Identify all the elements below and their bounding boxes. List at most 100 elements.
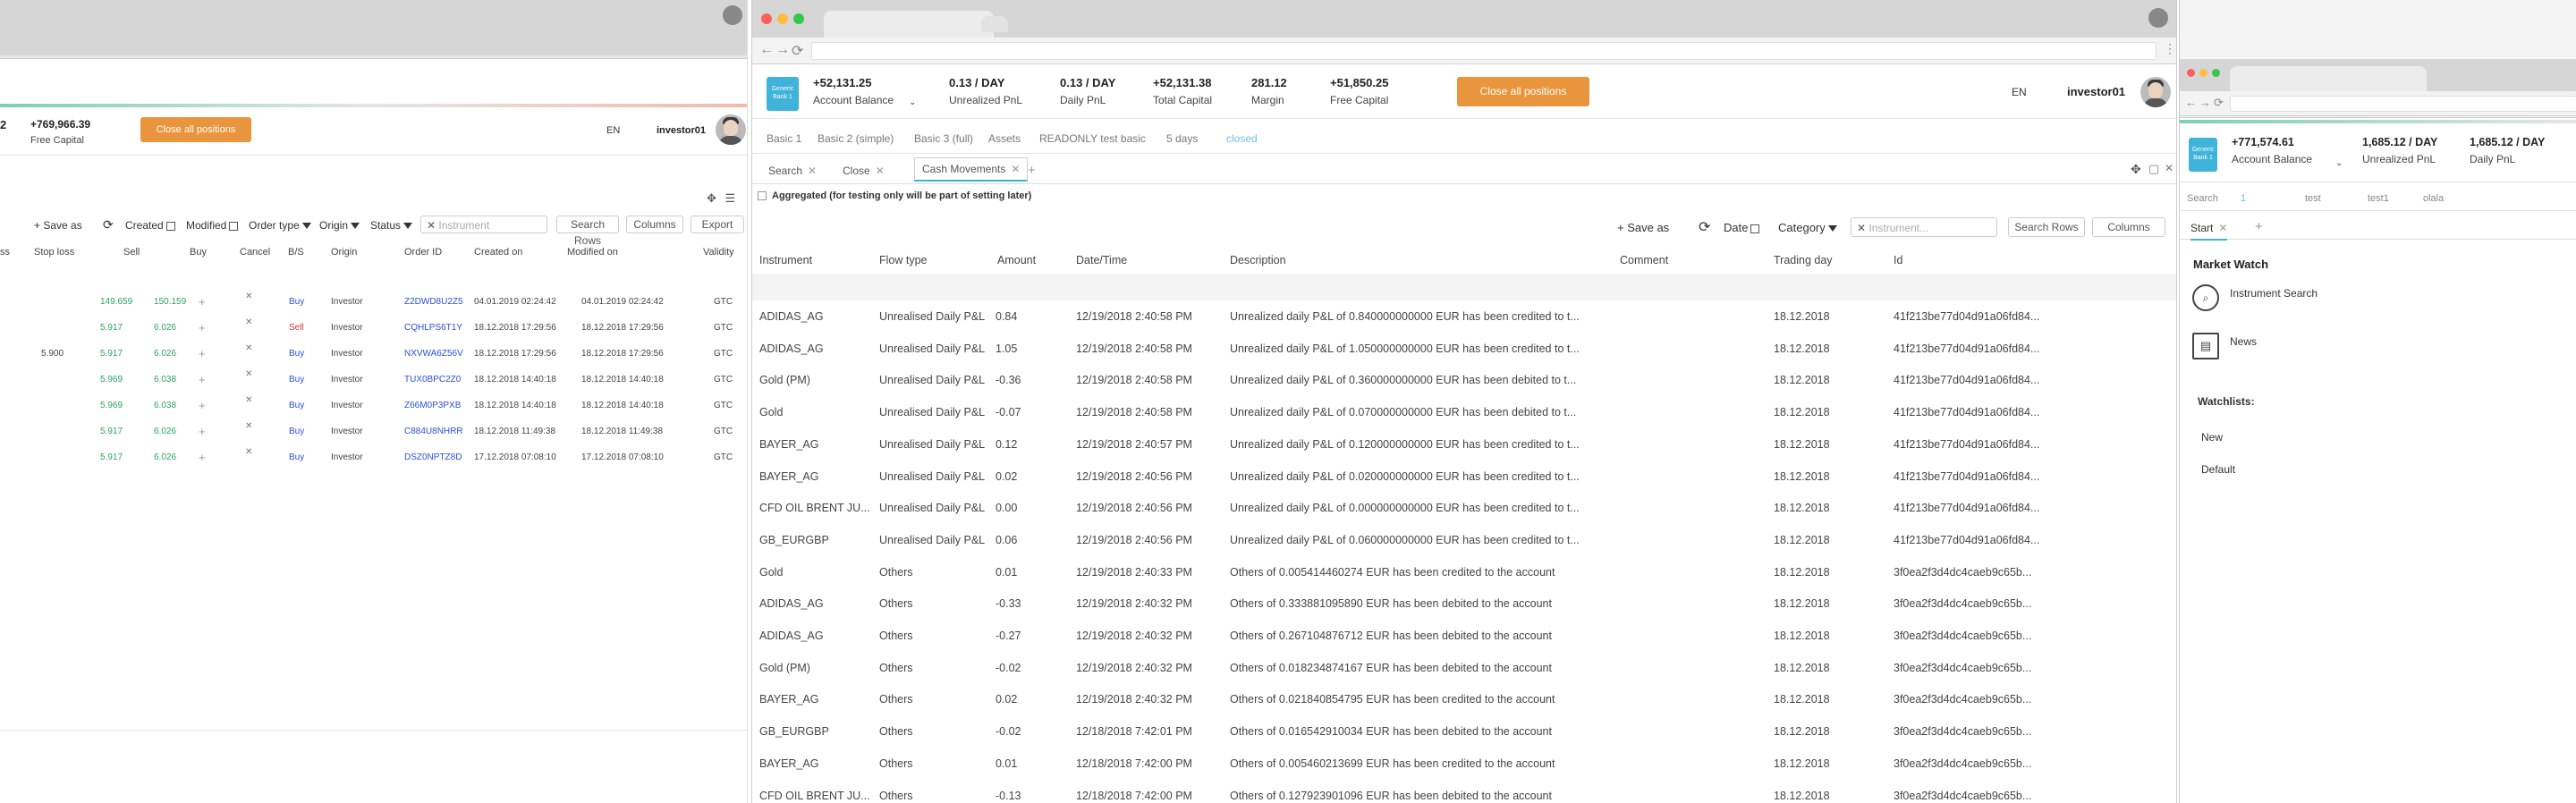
sell-price[interactable]: 5.969 [100, 401, 123, 410]
maximize-panel-icon[interactable]: ▢ [2148, 162, 2159, 176]
workspace-tab[interactable]: olala [2423, 193, 2444, 204]
table-row[interactable]: 5.969 6.038 + ✕ Buy Investor TUX0BPC2Z0 18.12.2… [0, 368, 747, 393]
browser-tab[interactable] [824, 11, 994, 38]
column-header[interactable]: ss [0, 247, 10, 258]
search-rows-button[interactable]: Search Rows [556, 216, 619, 247]
aggregated-checkbox-row[interactable]: Aggregated (for testing only will be par… [758, 190, 1031, 201]
buy-price[interactable]: 6.026 [154, 427, 176, 436]
cancel-icon[interactable]: ✕ [245, 343, 252, 353]
table-row[interactable]: CFD OIL BRENT JU... Others -0.13 12/18/2018… [752, 780, 2176, 803]
workspace-tab[interactable]: test [2305, 193, 2321, 204]
save-as-button[interactable]: + Save as [34, 219, 82, 232]
workspace-tab[interactable]: Search [2187, 193, 2218, 204]
chevron-down-icon[interactable]: ⌄ [2335, 158, 2343, 168]
buy-price[interactable]: 150.159 [154, 297, 186, 307]
close-tab-icon[interactable]: ✕ [1011, 163, 1020, 175]
table-row[interactable]: 5.900 5.917 6.026 + ✕ Buy Investor NXVWA6Z56V 18… [0, 342, 747, 368]
column-header[interactable]: Trading day [1774, 254, 1833, 266]
add-icon[interactable]: + [199, 295, 206, 309]
language-selector[interactable]: EN [606, 125, 620, 136]
close-tab-icon[interactable]: ✕ [2218, 222, 2227, 234]
user-avatar[interactable] [716, 114, 746, 145]
buy-price[interactable]: 6.038 [154, 401, 176, 410]
table-row[interactable]: 149.659 150.159 + ✕ Buy Investor Z2DWD8U2Z5 04.… [0, 290, 747, 316]
url-bar[interactable] [2230, 96, 2576, 112]
column-header[interactable]: Modified on [567, 247, 618, 258]
table-row[interactable]: 5.917 6.026 + ✕ Sell Investor CQHLPS6T1Y 18.12.… [0, 316, 747, 342]
sell-price[interactable]: 5.917 [100, 427, 123, 436]
instrument-search-input[interactable]: ✕ Instrument [420, 216, 547, 233]
refresh-icon[interactable]: ⟳ [103, 217, 114, 232]
columns-button[interactable]: Columns [626, 216, 683, 233]
table-row[interactable]: Gold Others 0.01 12/19/2018 2:40:33 PM Other… [752, 556, 2176, 587]
export-button[interactable]: Export [691, 216, 744, 233]
panel-tab[interactable]: Close ✕ [843, 165, 885, 177]
table-row[interactable]: BAYER_AG Unrealised Daily P&L 0.02 12/19/20… [752, 461, 2176, 492]
back-icon[interactable]: ← [759, 42, 774, 58]
move-icon[interactable]: ✥ [2131, 162, 2141, 177]
order-type-filter[interactable]: Order type [249, 219, 311, 232]
sell-price[interactable]: 149.659 [100, 297, 132, 307]
cancel-icon[interactable]: ✕ [245, 317, 252, 327]
maximize-window-dot[interactable] [793, 13, 804, 24]
table-row[interactable]: 5.969 6.038 + ✕ Buy Investor Z66M0P3PXB 18.12.2… [0, 393, 747, 419]
instrument-search-item[interactable]: ⌕ Instrument Search [2192, 284, 2461, 320]
user-name[interactable]: investor01 [657, 125, 706, 136]
table-row[interactable]: ADIDAS_AG Unrealised Daily P&L 1.05 12/19/2… [752, 333, 2176, 364]
sell-price[interactable]: 5.969 [100, 375, 123, 385]
workspace-tab[interactable]: Assets [988, 132, 1021, 145]
url-bar[interactable] [811, 42, 2157, 60]
browser-menu-icon[interactable]: ⋮ [2164, 41, 2176, 56]
table-row[interactable]: CFD OIL BRENT JU... Unrealised Daily P&L 0… [752, 492, 2176, 523]
chevron-down-icon[interactable]: ⌄ [909, 97, 916, 107]
order-id-link[interactable]: DSZ0NPTZ8D [404, 452, 462, 462]
column-header[interactable]: Order ID [404, 247, 442, 258]
workspace-tab[interactable]: READONLY test basic [1039, 132, 1146, 145]
table-row[interactable]: BAYER_AG Others 0.01 12/18/2018 7:42:00 PM O… [752, 748, 2176, 779]
panel-tab[interactable]: Search ✕ [768, 165, 817, 177]
cancel-icon[interactable]: ✕ [245, 421, 252, 431]
column-header[interactable]: Origin [331, 247, 357, 258]
column-header[interactable]: Sell [123, 247, 140, 258]
buy-price[interactable]: 6.038 [154, 375, 176, 385]
refresh-icon[interactable]: ⟳ [1699, 218, 1710, 236]
category-filter[interactable]: Category [1778, 221, 1837, 234]
workspace-tab[interactable]: closed [1226, 132, 1258, 145]
news-item[interactable]: ▤ News [2192, 333, 2461, 368]
close-tab-icon[interactable]: ✕ [808, 165, 817, 177]
columns-button[interactable]: Columns [2092, 217, 2165, 237]
close-window-dot[interactable] [761, 13, 772, 24]
column-header[interactable]: Id [1894, 254, 1902, 266]
language-selector[interactable]: EN [2012, 86, 2027, 98]
order-id-link[interactable]: TUX0BPC2Z0 [404, 375, 461, 385]
buy-price[interactable]: 6.026 [154, 349, 176, 359]
add-tab-icon[interactable]: + [1028, 163, 1036, 178]
add-icon[interactable]: + [199, 399, 206, 412]
profile-icon[interactable] [723, 5, 742, 25]
watchlist-item[interactable]: New [2201, 431, 2223, 444]
instrument-search-input[interactable]: ✕ Instrument... [1851, 217, 1997, 237]
maximize-window-dot[interactable] [2212, 69, 2220, 77]
order-id-link[interactable]: C884U8NHRR [404, 427, 463, 436]
column-header[interactable]: Created on [474, 247, 522, 258]
workspace-tab[interactable]: 1 [2241, 193, 2246, 204]
search-rows-button[interactable]: Search Rows [2008, 217, 2085, 237]
table-row[interactable]: GB_EURGBP Unrealised Daily P&L 0.06 12/19/2… [752, 524, 2176, 555]
sell-price[interactable]: 5.917 [100, 349, 123, 359]
stat-item[interactable]: +52,131.25 Account Balance ⌄ [813, 76, 916, 107]
column-header[interactable]: Instrument [759, 254, 812, 266]
aggregated-checkbox[interactable] [758, 191, 767, 201]
cancel-icon[interactable]: ✕ [245, 292, 252, 301]
add-icon[interactable]: + [199, 373, 206, 386]
cancel-icon[interactable]: ✕ [245, 395, 252, 405]
panel-tab[interactable]: Cash Movements ✕ [914, 157, 1029, 182]
profile-icon[interactable] [2148, 8, 2168, 28]
add-icon[interactable]: + [199, 347, 206, 360]
table-row[interactable]: GB_EURGBP Others -0.02 12/18/2018 7:42:01 P… [752, 715, 2176, 747]
forward-icon[interactable]: → [775, 42, 790, 58]
add-icon[interactable]: + [199, 425, 206, 438]
minimize-window-dot[interactable] [2199, 69, 2207, 77]
reload-icon[interactable]: ⟳ [2214, 96, 2224, 110]
sell-price[interactable]: 5.917 [100, 323, 123, 333]
workspace-tab[interactable]: 5 days [1166, 132, 1198, 145]
